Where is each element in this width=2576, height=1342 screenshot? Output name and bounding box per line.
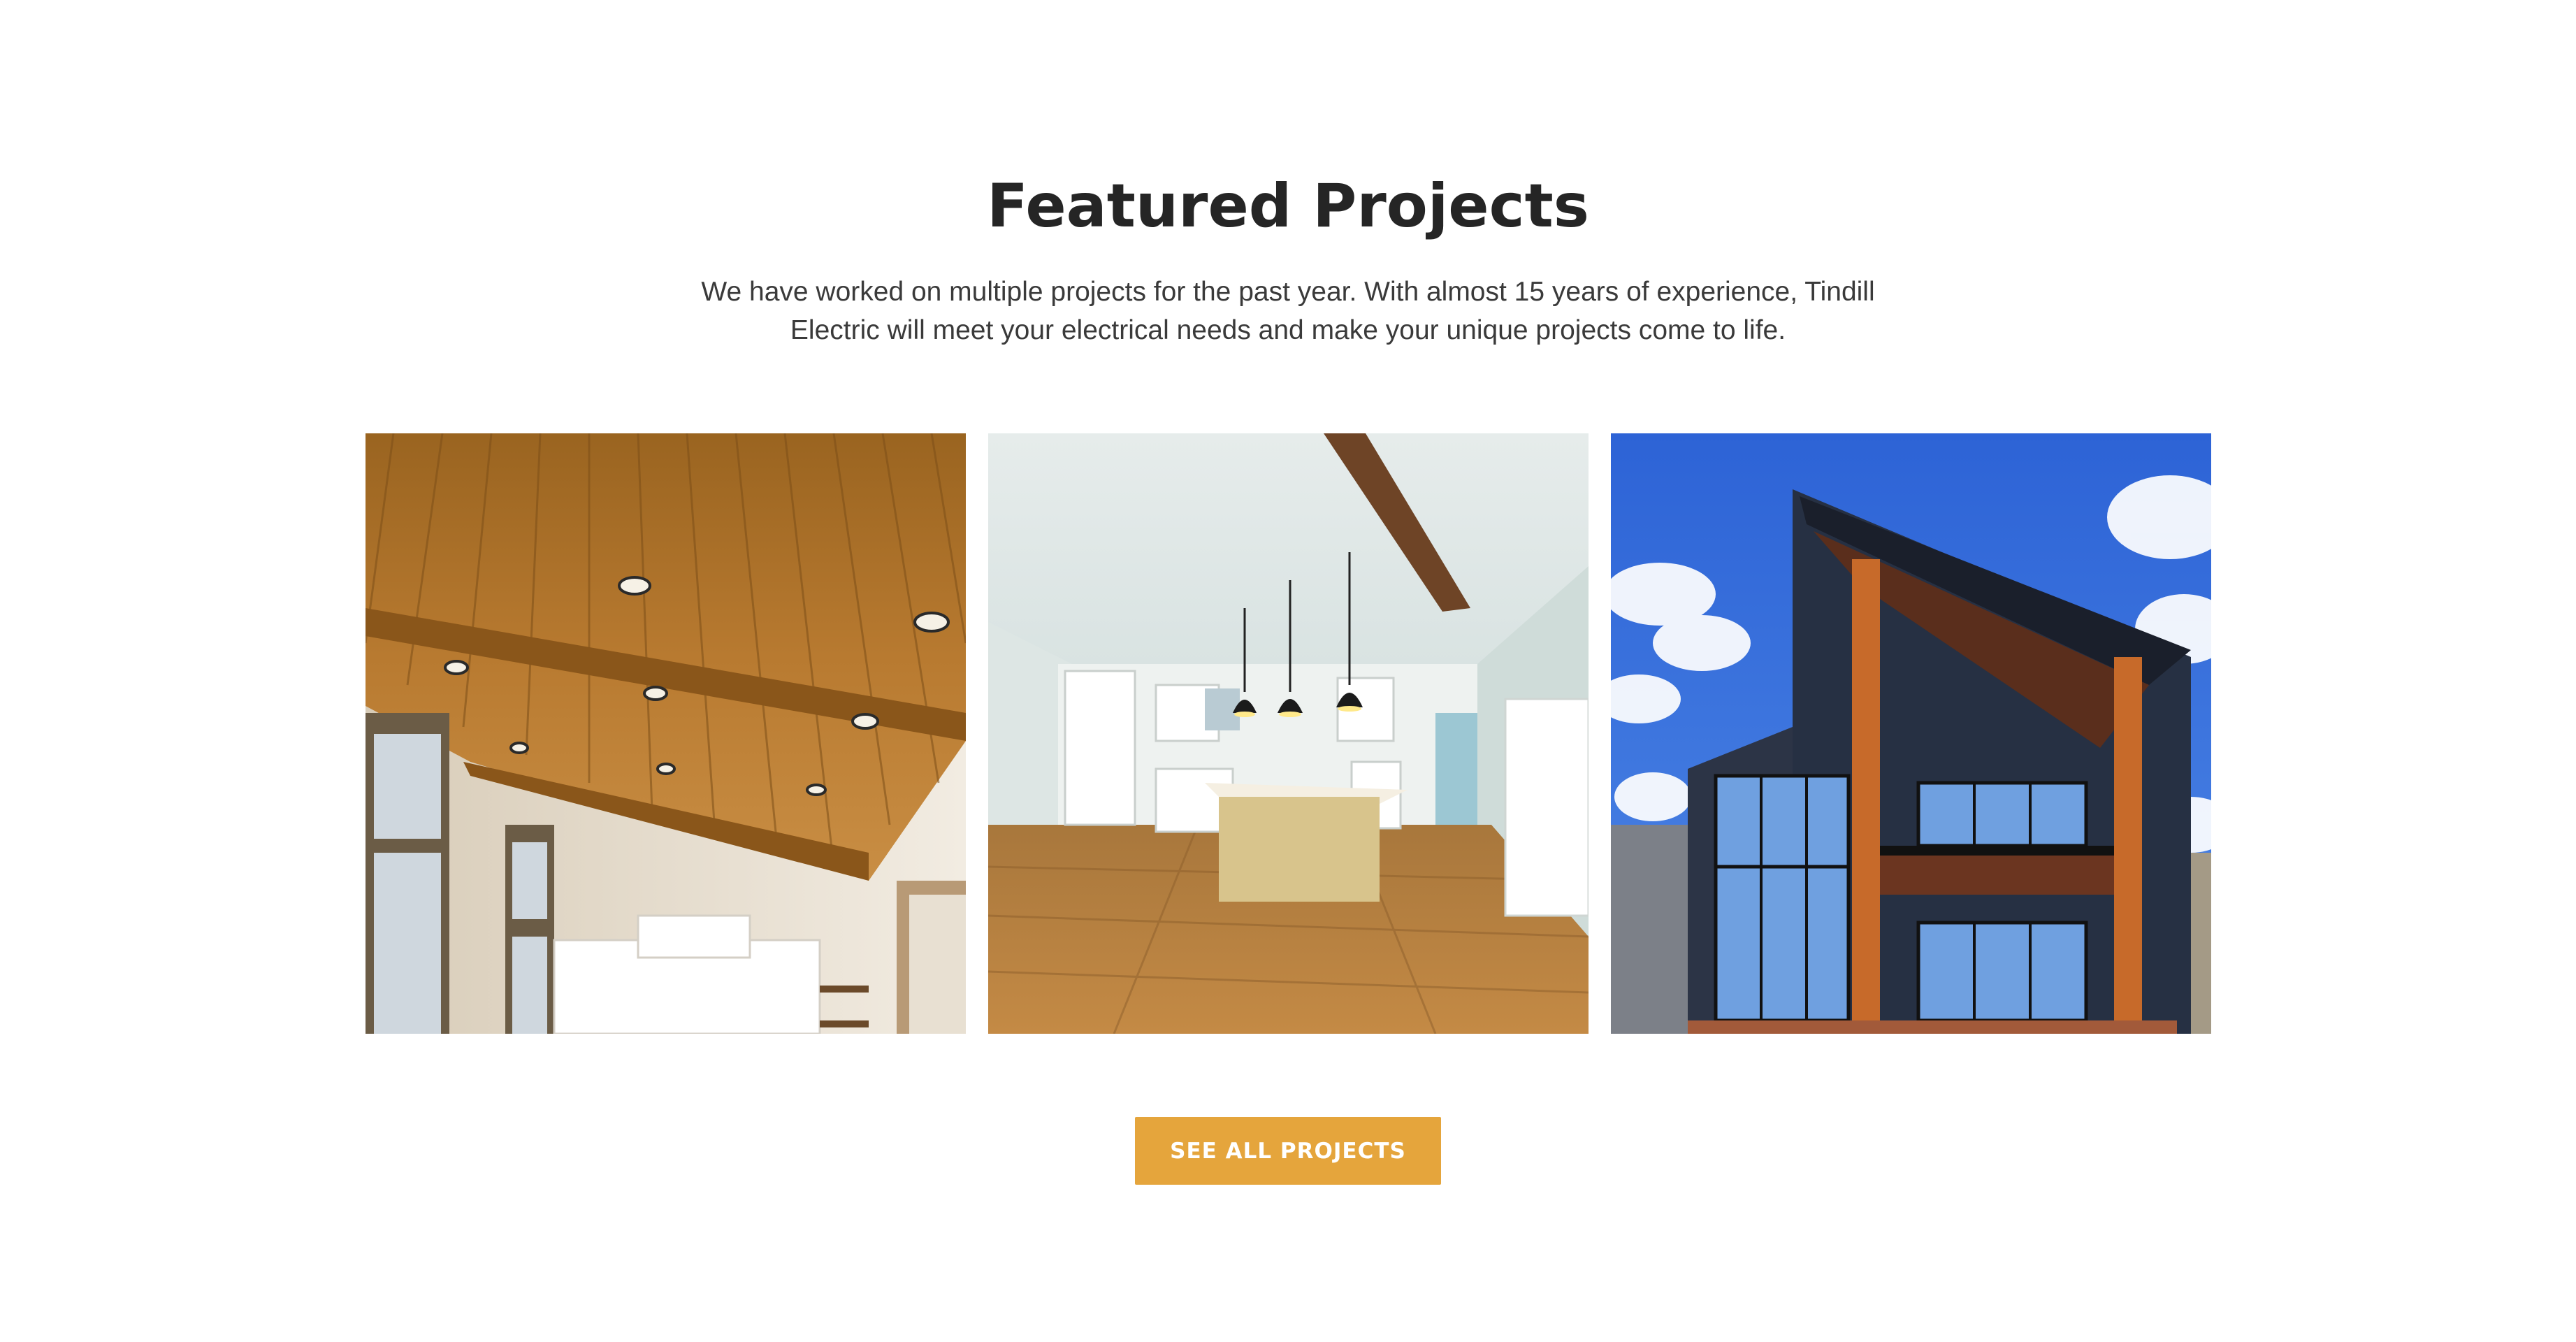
project-gallery [366,433,2211,1034]
section-description: We have worked on multiple projects for … [701,277,1875,345]
kitchen-pendant-lights-photo [988,433,1589,1034]
section-title: Featured Projects [987,171,1589,241]
see-all-projects-button[interactable]: SEE ALL PROJECTS [1135,1117,1441,1185]
project-card-modern-house[interactable] [1611,433,2211,1034]
featured-projects-section: Featured Projects We have worked on mult… [0,0,2576,1342]
project-card-wood-ceiling[interactable] [366,433,966,1034]
project-card-kitchen[interactable] [988,433,1589,1034]
wood-ceiling-interior-photo [366,433,966,1034]
modern-house-exterior-photo [1611,433,2211,1034]
